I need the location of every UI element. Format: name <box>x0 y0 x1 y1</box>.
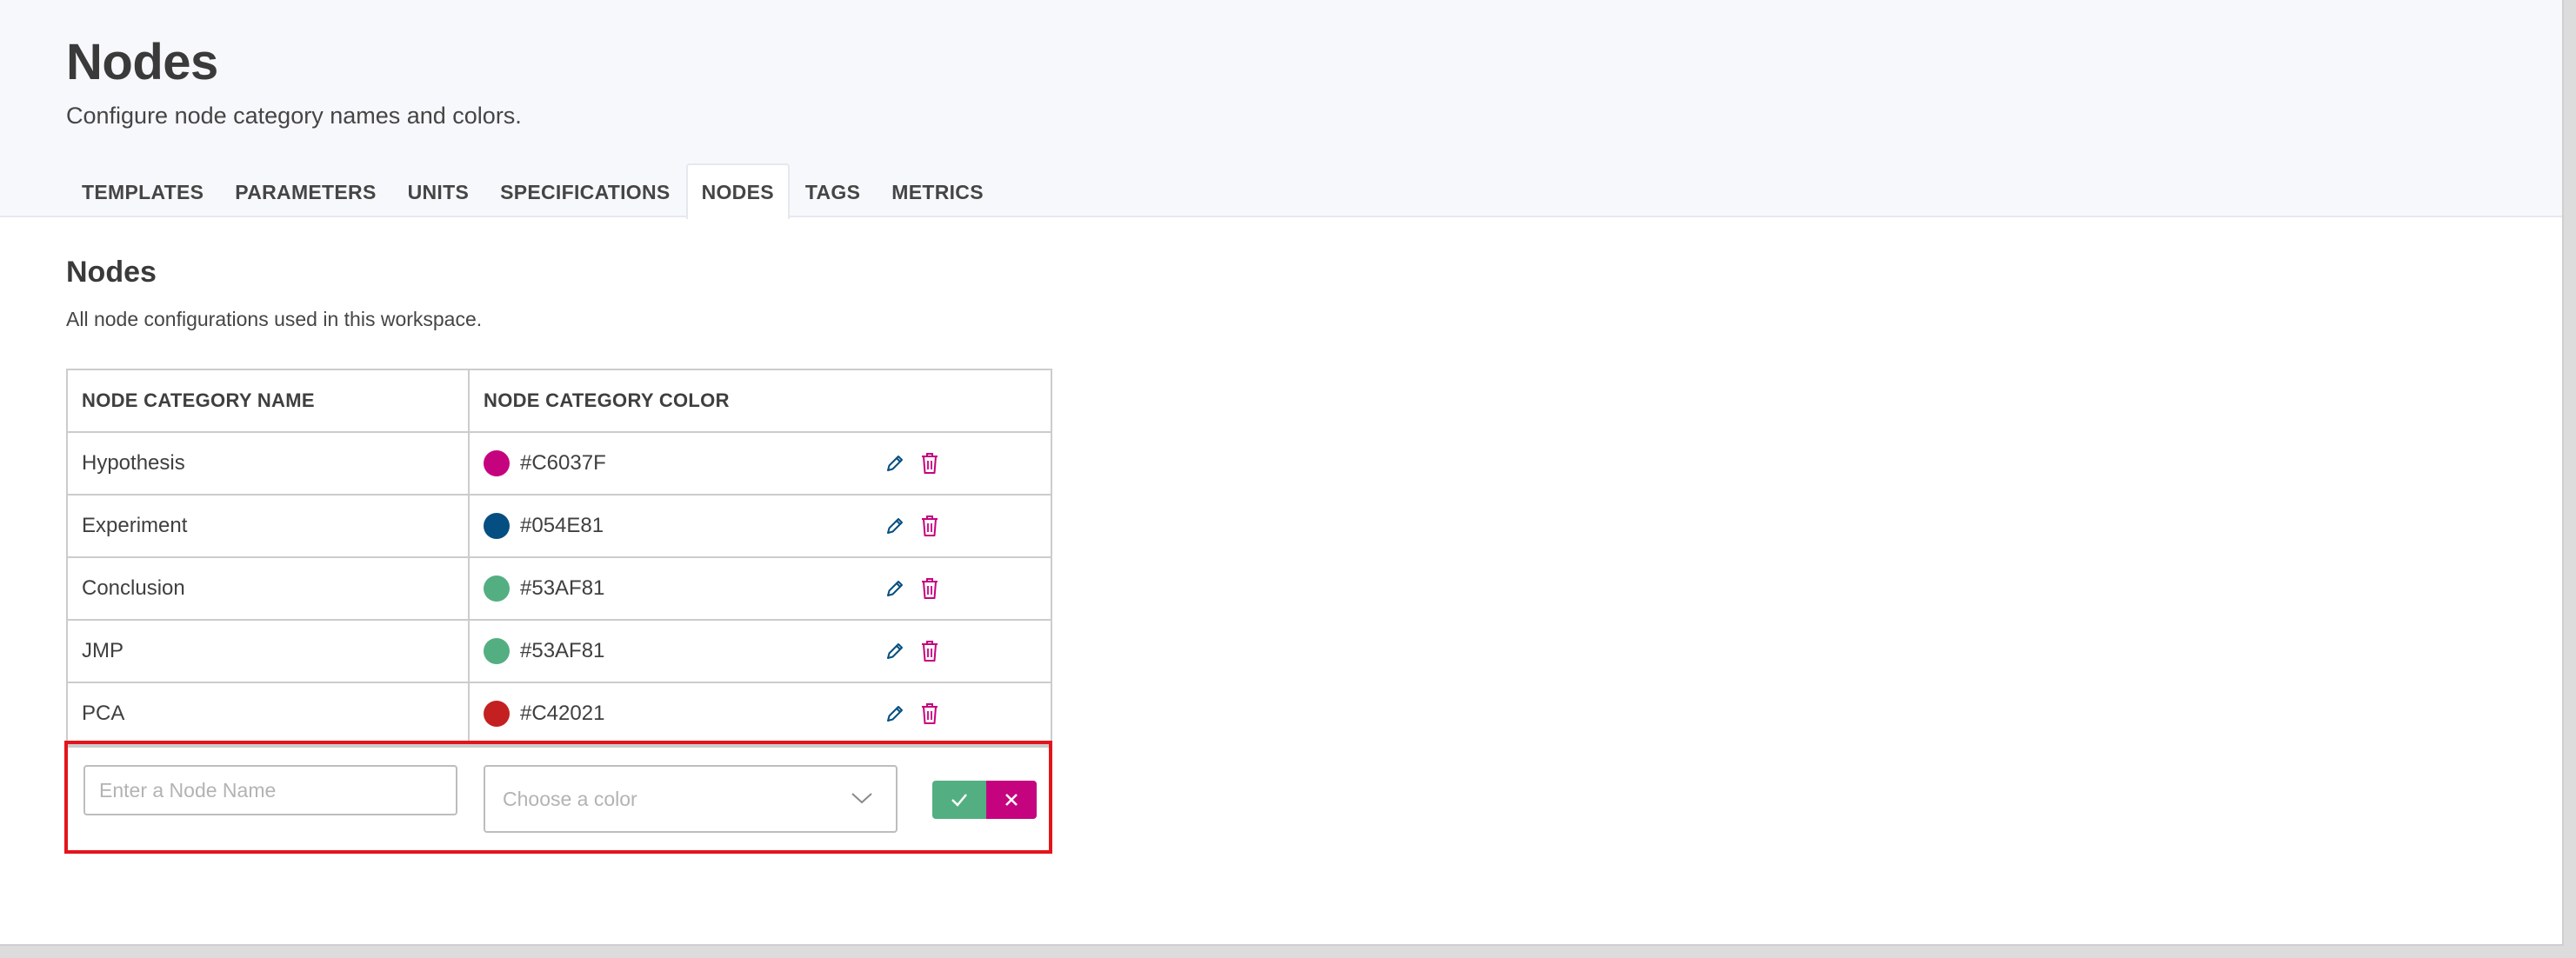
nodes-table: NODE CATEGORY NAME NODE CATEGORY COLOR H… <box>66 369 1052 748</box>
color-swatch <box>484 701 510 727</box>
trash-icon <box>922 641 938 662</box>
pencil-icon <box>887 706 903 722</box>
pencil-icon <box>887 581 903 596</box>
delete-button[interactable] <box>918 513 941 539</box>
close-icon <box>1005 794 1018 806</box>
pencil-icon <box>887 456 903 471</box>
edit-button[interactable] <box>884 701 906 727</box>
edit-button[interactable] <box>884 575 906 602</box>
node-name-cell: PCA <box>68 683 470 744</box>
node-name-input[interactable] <box>83 765 457 815</box>
tab-metrics[interactable]: METRICS <box>876 163 999 219</box>
tab-units[interactable]: UNITS <box>392 163 485 219</box>
color-hex: #53AF81 <box>520 576 605 600</box>
delete-button[interactable] <box>918 638 941 664</box>
chevron-down-icon <box>851 793 872 804</box>
row-action-group <box>932 781 1037 819</box>
row-actions <box>884 638 941 664</box>
table-row: Experiment #054E81 <box>68 496 1051 558</box>
node-color-cell: #C6037F <box>470 433 1051 494</box>
edit-button[interactable] <box>884 638 906 664</box>
page-subtitle: Configure node category names and colors… <box>66 103 522 129</box>
node-color-cell: #53AF81 <box>470 621 1051 682</box>
node-name-cell: Conclusion <box>68 558 470 619</box>
trash-icon <box>922 453 938 474</box>
color-select[interactable]: Choose a color <box>484 765 898 833</box>
color-hex: #C6037F <box>520 451 606 475</box>
table-row: PCA #C42021 <box>68 683 1051 746</box>
color-hex: #53AF81 <box>520 639 605 662</box>
color-swatch <box>484 450 510 476</box>
section-description: All node configurations used in this wor… <box>66 308 483 330</box>
settings-tabs: TEMPLATES PARAMETERS UNITS SPECIFICATION… <box>66 163 999 219</box>
table-header: NODE CATEGORY NAME NODE CATEGORY COLOR <box>68 370 1051 433</box>
check-icon <box>951 794 967 807</box>
tab-nodes[interactable]: NODES <box>685 163 790 219</box>
tab-tags[interactable]: TAGS <box>790 163 876 219</box>
table-row: Conclusion #53AF81 <box>68 558 1051 621</box>
node-color-cell: #C42021 <box>470 683 1051 744</box>
row-actions <box>884 701 941 727</box>
cancel-button[interactable] <box>986 781 1037 819</box>
node-name-cell: JMP <box>68 621 470 682</box>
tab-templates[interactable]: TEMPLATES <box>66 163 219 219</box>
column-header-color: NODE CATEGORY COLOR <box>484 389 730 411</box>
page-header: Nodes Configure node category names and … <box>0 0 2562 219</box>
node-name-cell: Experiment <box>68 496 470 556</box>
app-frame: Nodes Configure node category names and … <box>0 0 2564 946</box>
delete-button[interactable] <box>918 575 941 602</box>
color-swatch <box>484 513 510 539</box>
table-row: JMP #53AF81 <box>68 621 1051 683</box>
delete-button[interactable] <box>918 701 941 727</box>
column-header-name: NODE CATEGORY NAME <box>68 370 470 431</box>
trash-icon <box>922 516 938 536</box>
edit-button[interactable] <box>884 513 906 539</box>
pencil-icon <box>887 643 903 659</box>
pencil-icon <box>887 518 903 534</box>
tab-specifications[interactable]: SPECIFICATIONS <box>484 163 685 219</box>
edit-button[interactable] <box>884 450 906 476</box>
color-swatch <box>484 638 510 664</box>
color-swatch <box>484 575 510 602</box>
node-name-cell: Hypothesis <box>68 433 470 494</box>
table-row: Hypothesis #C6037F <box>68 433 1051 496</box>
delete-button[interactable] <box>918 450 941 476</box>
new-node-row: Choose a color <box>64 741 1052 854</box>
trash-icon <box>922 578 938 599</box>
table-body: Hypothesis #C6037F Experiment #054E81 Conclu… <box>68 433 1051 746</box>
confirm-button[interactable] <box>932 781 986 819</box>
page-title: Nodes <box>66 34 218 90</box>
tab-parameters[interactable]: PARAMETERS <box>219 163 391 219</box>
color-hex: #C42021 <box>520 702 605 725</box>
node-color-cell: #054E81 <box>470 496 1051 556</box>
row-actions <box>884 575 941 602</box>
row-actions <box>884 513 941 539</box>
node-color-cell: #53AF81 <box>470 558 1051 619</box>
section-title: Nodes <box>66 256 157 289</box>
color-hex: #054E81 <box>520 514 604 537</box>
row-actions <box>884 450 941 476</box>
trash-icon <box>922 703 938 724</box>
color-select-placeholder: Choose a color <box>503 787 637 810</box>
